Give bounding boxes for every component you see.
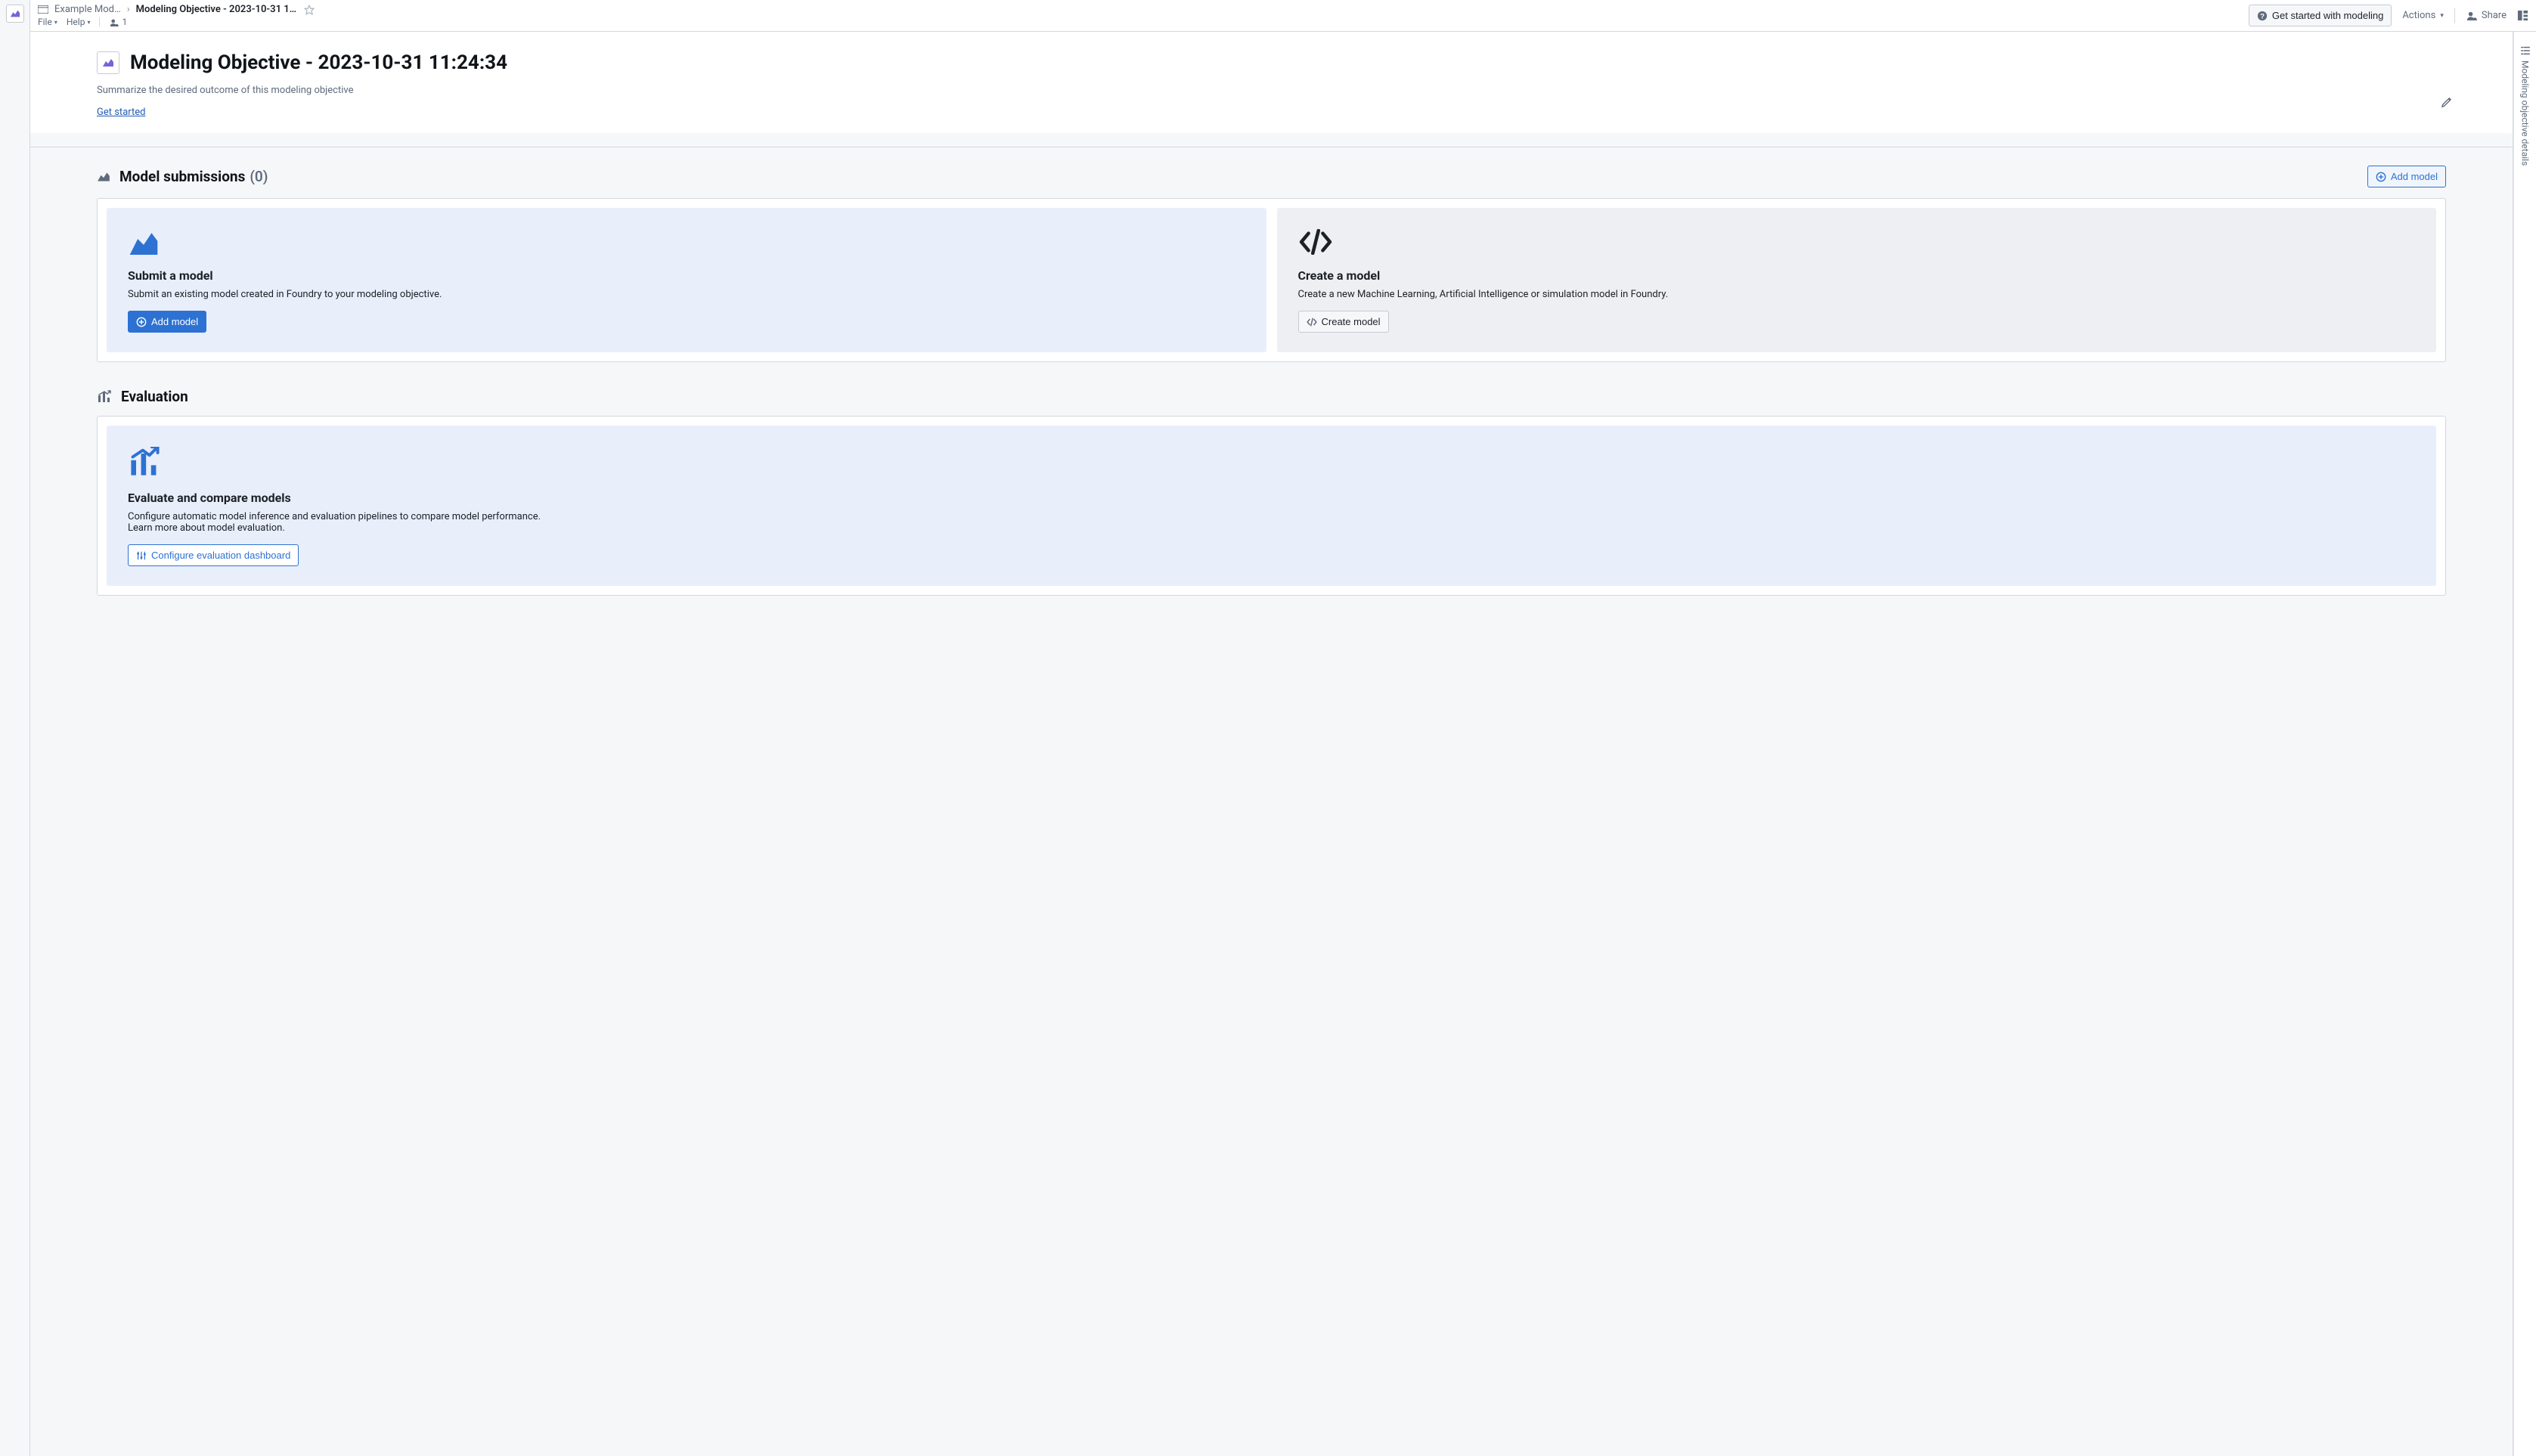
help-menu[interactable]: Help▾ [67, 17, 91, 27]
trending-chart-icon [128, 447, 2415, 477]
code-icon [1298, 229, 2416, 255]
panel-toggle-icon[interactable] [2517, 10, 2528, 21]
star-icon[interactable] [304, 5, 315, 15]
people-icon [2466, 11, 2477, 20]
create-model-card: Create a model Create a new Machine Lear… [1277, 208, 2437, 352]
list-icon [2520, 45, 2531, 56]
folder-icon [38, 5, 48, 14]
breadcrumb-folder[interactable]: Example Mod… [54, 4, 121, 15]
divider [99, 17, 100, 26]
caret-down-icon: ▾ [2440, 12, 2444, 20]
objective-icon [97, 51, 119, 74]
learn-more-link[interactable]: Learn more about model evaluation. [128, 522, 285, 534]
caret-down-icon: ▾ [87, 19, 90, 26]
page-subtitle: Summarize the desired outcome of this mo… [97, 85, 2446, 96]
actions-menu[interactable]: Actions ▾ [2402, 10, 2444, 21]
plus-circle-icon [136, 317, 147, 327]
page-title: Modeling Objective - 2023-10-31 11:24:34 [130, 51, 507, 74]
help-icon: ? [2257, 11, 2268, 21]
evaluation-card-title: Evaluate and compare models [128, 491, 2415, 505]
submit-model-desc: Submit an existing model created in Foun… [128, 289, 1245, 300]
sliders-icon [136, 550, 147, 561]
edit-icon[interactable] [2441, 97, 2452, 108]
evaluation-card-desc-text: Configure automatic model inference and … [128, 511, 541, 522]
get-started-link[interactable]: Get started [97, 107, 145, 118]
create-model-desc: Create a new Machine Learning, Artificia… [1298, 289, 2416, 300]
chart-area-icon [102, 57, 114, 69]
model-submissions-section: Model submissions (0) Add model [30, 147, 2513, 370]
chart-area-icon [128, 229, 1245, 255]
get-started-modeling-label: Get started with modeling [2272, 10, 2383, 21]
get-started-modeling-button[interactable]: ? Get started with modeling [2249, 5, 2392, 26]
submit-model-title: Submit a model [128, 268, 1245, 283]
add-model-label: Add model [2391, 171, 2438, 182]
objective-header: Modeling Objective - 2023-10-31 11:24:34… [30, 32, 2513, 133]
create-model-button[interactable]: Create model [1298, 311, 1389, 333]
trending-chart-icon [97, 390, 112, 404]
svg-text:?: ? [2260, 12, 2265, 20]
chart-area-icon [10, 8, 20, 19]
topbar: Example Mod… › Modeling Objective - 2023… [30, 0, 2536, 32]
chart-area-icon [97, 170, 110, 184]
actions-menu-label: Actions [2402, 10, 2435, 21]
evaluation-card-desc: Configure automatic model inference and … [128, 511, 2415, 534]
add-model-button-top[interactable]: Add model [2367, 166, 2446, 187]
evaluation-card: Evaluate and compare models Configure au… [107, 426, 2436, 586]
breadcrumb: Example Mod… › Modeling Objective - 2023… [38, 4, 2249, 15]
users-count[interactable]: 1 [109, 17, 127, 27]
app-icon[interactable] [6, 5, 24, 23]
menu-bar: File▾ Help▾ 1 [38, 17, 2249, 27]
code-icon [1307, 318, 1317, 327]
left-rail [0, 0, 30, 1456]
add-model-button[interactable]: Add model [128, 311, 206, 333]
model-submissions-count: (0) [250, 168, 268, 185]
model-submissions-title: Model submissions [119, 168, 245, 185]
help-menu-label: Help [67, 17, 85, 27]
file-menu[interactable]: File▾ [38, 17, 57, 27]
users-count-value: 1 [122, 17, 127, 27]
evaluation-title: Evaluation [121, 388, 188, 405]
divider [2454, 8, 2455, 23]
evaluation-section: Evaluation Evaluate and compare models C… [30, 370, 2513, 603]
configure-evaluation-button[interactable]: Configure evaluation dashboard [128, 544, 299, 566]
share-button[interactable]: Share [2466, 10, 2507, 21]
file-menu-label: File [38, 17, 52, 27]
caret-down-icon: ▾ [54, 19, 57, 26]
chevron-right-icon: › [127, 4, 130, 15]
plus-circle-icon [2376, 172, 2386, 182]
configure-evaluation-label: Configure evaluation dashboard [151, 550, 290, 561]
create-model-title: Create a model [1298, 268, 2416, 283]
breadcrumb-title[interactable]: Modeling Objective - 2023-10-31 1… [136, 4, 296, 15]
share-label: Share [2482, 10, 2507, 21]
people-icon [109, 18, 119, 26]
create-model-button-label: Create model [1322, 316, 1381, 327]
right-rail-label: Modeling objective details [2520, 60, 2531, 166]
submit-model-card: Submit a model Submit an existing model … [107, 208, 1266, 352]
right-rail[interactable]: Modeling objective details [2513, 32, 2536, 1456]
add-model-button-label: Add model [151, 316, 198, 327]
